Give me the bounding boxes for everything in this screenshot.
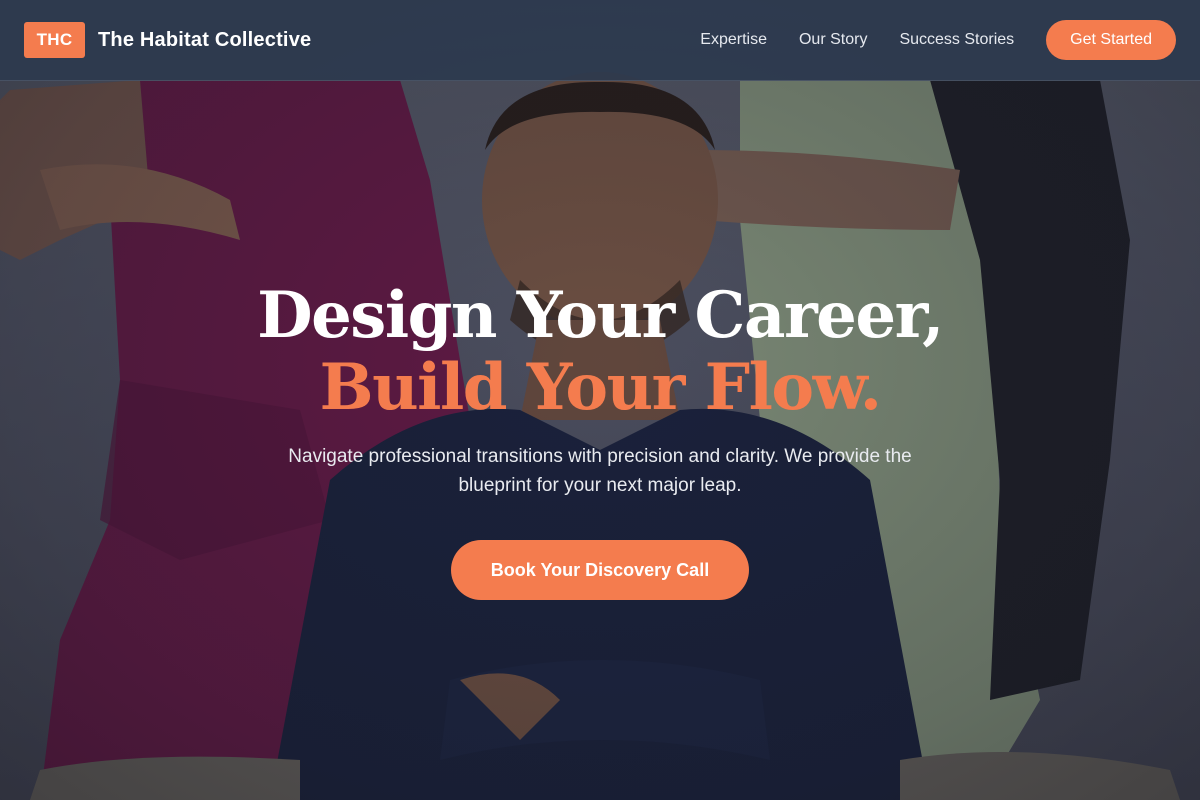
logo-badge[interactable]: THC	[24, 22, 85, 58]
nav-links: Expertise Our Story Success Stories Get …	[700, 20, 1176, 60]
headline-line-2: Build Your Flow.	[319, 350, 883, 425]
hero-content: Design Your Career, Build Your Flow. Nav…	[0, 280, 1200, 600]
navbar: THC The Habitat Collective Expertise Our…	[0, 0, 1200, 81]
hero-subtext: Navigate professional transitions with p…	[288, 446, 912, 496]
hero-headline: Design Your Career, Build Your Flow.	[0, 280, 1200, 424]
get-started-button[interactable]: Get Started	[1046, 20, 1176, 60]
nav-link-expertise[interactable]: Expertise	[700, 31, 767, 49]
nav-link-our-story[interactable]: Our Story	[799, 31, 867, 49]
headline-line-1: Design Your Career,	[257, 278, 944, 353]
brand-name[interactable]: The Habitat Collective	[98, 29, 311, 52]
nav-link-success-stories[interactable]: Success Stories	[899, 31, 1014, 49]
book-discovery-call-button[interactable]: Book Your Discovery Call	[450, 540, 750, 600]
